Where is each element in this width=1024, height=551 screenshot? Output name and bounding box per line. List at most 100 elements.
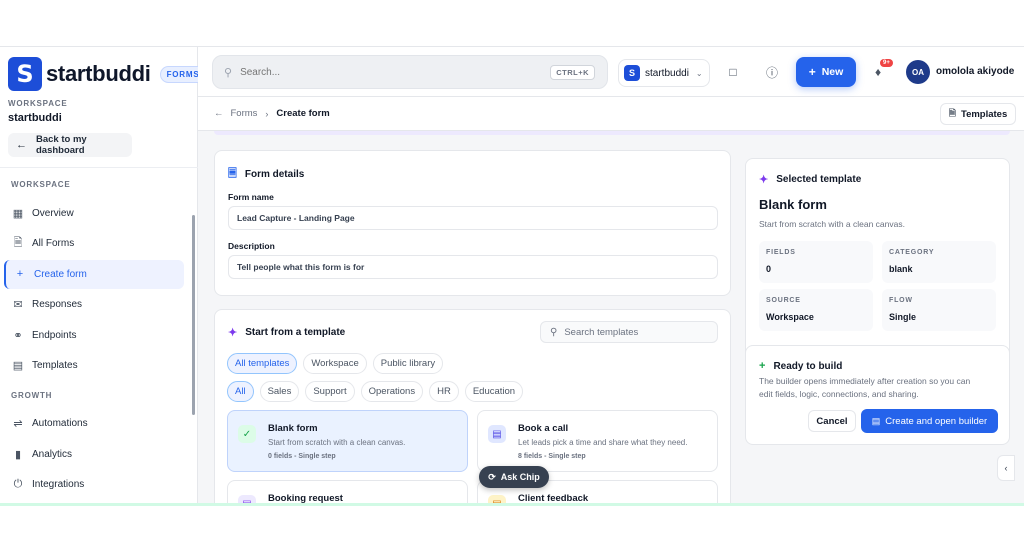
chat-icon[interactable]: □ (725, 64, 741, 80)
template-picker-label: Start from a template (245, 327, 346, 338)
sidebar-item-create-form[interactable]: + Create form (4, 259, 184, 289)
breadcrumb-forms[interactable]: Forms (231, 108, 258, 119)
assistant-icon: ⟳ (488, 471, 496, 482)
stat-category: CATEGORY blank (882, 241, 996, 283)
sidebar-item-all-forms[interactable]: 🗎 All Forms (4, 229, 184, 258)
filter-all[interactable]: All (227, 381, 254, 402)
sidebar-item-label: Endpoints (32, 329, 77, 341)
ready-title: + Ready to build (759, 360, 842, 372)
brand-name: startbuddi (46, 61, 151, 86)
bottom-border (0, 503, 1024, 506)
document-icon: 🗎 (13, 237, 23, 249)
sidebar: S startbuddi FORMS WORKSPACE startbuddi … (0, 47, 207, 504)
workspace-switcher[interactable]: S startbuddi ⌄ (618, 59, 710, 87)
description-label: Description (228, 241, 275, 251)
ask-chip-label: Ask Chip (500, 472, 540, 482)
tab-workspace[interactable]: Workspace (303, 353, 367, 374)
selected-template-desc: Start from scratch with a clean canvas. (759, 219, 905, 229)
form-details-title: 🗏 Form details (228, 165, 304, 184)
create-and-open-builder-button[interactable]: ▤ Create and open builder (861, 409, 998, 433)
tab-public-library[interactable]: Public library (372, 353, 444, 374)
selected-template-header: ✦ Selected template (759, 173, 861, 186)
back-to-dashboard-button[interactable]: ← Back to my dashboard (8, 133, 132, 157)
ask-chip-button[interactable]: ⟳ Ask Chip (479, 466, 549, 488)
template-card-booking-request[interactable]: ▤ Booking request (227, 480, 468, 504)
sidebar-item-automations[interactable]: ⇌ Automations (4, 409, 184, 438)
scrollbar-thumb[interactable] (192, 215, 195, 415)
filter-operations[interactable]: Operations (360, 381, 424, 402)
plus-icon: + (16, 268, 24, 280)
template-category-filters: All Sales Support Operations HR Educatio… (227, 381, 529, 402)
template-meta: 8 fields - Single step (518, 453, 586, 460)
filter-sales[interactable]: Sales (259, 381, 300, 402)
stat-key: FIELDS (766, 249, 796, 256)
sidebar-item-overview[interactable]: ▦ Overview (4, 199, 184, 228)
description-field[interactable]: Tell people what this form is for (228, 255, 718, 279)
info-icon[interactable]: ⓘ (764, 64, 780, 80)
stat-key: SOURCE (766, 297, 801, 304)
form-name-field[interactable]: Lead Capture - Landing Page (228, 206, 718, 230)
search-input[interactable] (240, 66, 541, 78)
document-icon: ▤ (871, 415, 881, 426)
filter-hr[interactable]: HR (429, 381, 459, 402)
sidebar-item-integrations[interactable]: ⏻ Integrations (4, 470, 184, 499)
sidebar-scrollbar[interactable] (192, 169, 196, 504)
new-button-label: New (821, 66, 844, 78)
form-details-card: 🗏 Form details Form name Lead Capture - … (214, 150, 731, 296)
sidebar-item-label: Automations (32, 418, 88, 429)
top-bar: ⚲ CTRL+K S startbuddi ⌄ □ ⓘ + New ♦ 9+ O… (198, 47, 1024, 97)
ready-text-line: edit fields, logic, connections, and sha… (759, 389, 919, 399)
form-details-label: Form details (244, 169, 305, 180)
breadcrumb-current: Create form (276, 108, 330, 119)
workspace-label: WORKSPACE (8, 99, 68, 108)
nav-section-growth: GROWTH (11, 390, 53, 400)
sidebar-item-endpoints[interactable]: ⚭ Endpoints (4, 321, 184, 350)
template-search-placeholder: Search templates (564, 326, 639, 338)
back-arrow-icon[interactable]: ← (214, 108, 224, 119)
search-icon: ⚲ (224, 66, 233, 79)
inbox-icon: ✉ (13, 299, 23, 311)
tab-all-templates[interactable]: All templates (227, 353, 298, 374)
workspace-name: startbuddi (8, 112, 62, 124)
cancel-button[interactable]: Cancel (808, 410, 856, 432)
template-desc: Let leads pick a time and share what the… (518, 438, 688, 447)
app-window: S startbuddi FORMS WORKSPACE startbuddi … (0, 46, 1024, 504)
webhook-icon: ⚭ (13, 329, 23, 342)
filter-education[interactable]: Education (464, 381, 524, 402)
template-card-book-a-call[interactable]: ▤ Book a call Let leads pick a time and … (477, 410, 718, 472)
logo-mark-icon: S (8, 57, 42, 91)
template-search-input[interactable]: ⚲ Search templates (540, 321, 718, 343)
selected-template-name: Blank form (759, 197, 827, 212)
ready-description: The builder opens immediately after crea… (759, 375, 970, 401)
ready-title-label: Ready to build (773, 360, 843, 372)
sidebar-item-responses[interactable]: ✉ Responses (4, 290, 184, 319)
stat-key: CATEGORY (889, 249, 935, 256)
selected-template-header-label: Selected template (776, 174, 862, 185)
breadcrumb-bar: ← Forms › Create form 🗎 Templates (198, 97, 1024, 131)
template-icon: 🗎 (948, 108, 956, 118)
filter-support[interactable]: Support (305, 381, 355, 402)
magic-wand-icon: ✦ (228, 327, 238, 339)
templates-button[interactable]: 🗎 Templates (940, 103, 1016, 125)
template-source-tabs: All templates Workspace Public library (227, 353, 449, 374)
sidebar-item-analytics[interactable]: ▮ Analytics (4, 440, 184, 469)
new-button[interactable]: + New (796, 57, 856, 87)
avatar[interactable]: OA (906, 60, 930, 84)
nav-section-workspace: WORKSPACE (11, 180, 71, 189)
workspace-mark-icon: S (624, 65, 640, 81)
user-name[interactable]: omolola akiyode (936, 66, 1014, 77)
form-icon: 🗏 (228, 168, 237, 180)
sidebar-item-templates[interactable]: ▤ Templates (4, 351, 184, 380)
sidebar-item-label: Templates (32, 360, 78, 371)
brand-logo[interactable]: S startbuddi FORMS (8, 57, 207, 91)
panel-collapse-button[interactable]: ‹ (997, 455, 1015, 481)
arrow-left-icon: ← (16, 139, 27, 151)
breadcrumb: ← Forms › Create form (214, 108, 330, 119)
plug-icon: ⏻ (13, 478, 23, 490)
template-card-blank-form[interactable]: ✓ Blank form Start from scratch with a c… (227, 410, 468, 472)
stat-value: 0 (766, 264, 772, 274)
form-name-label: Form name (228, 192, 274, 202)
sidebar-item-label: Overview (32, 207, 74, 219)
global-search[interactable]: ⚲ CTRL+K (212, 55, 608, 89)
check-icon: ✓ (238, 425, 256, 443)
